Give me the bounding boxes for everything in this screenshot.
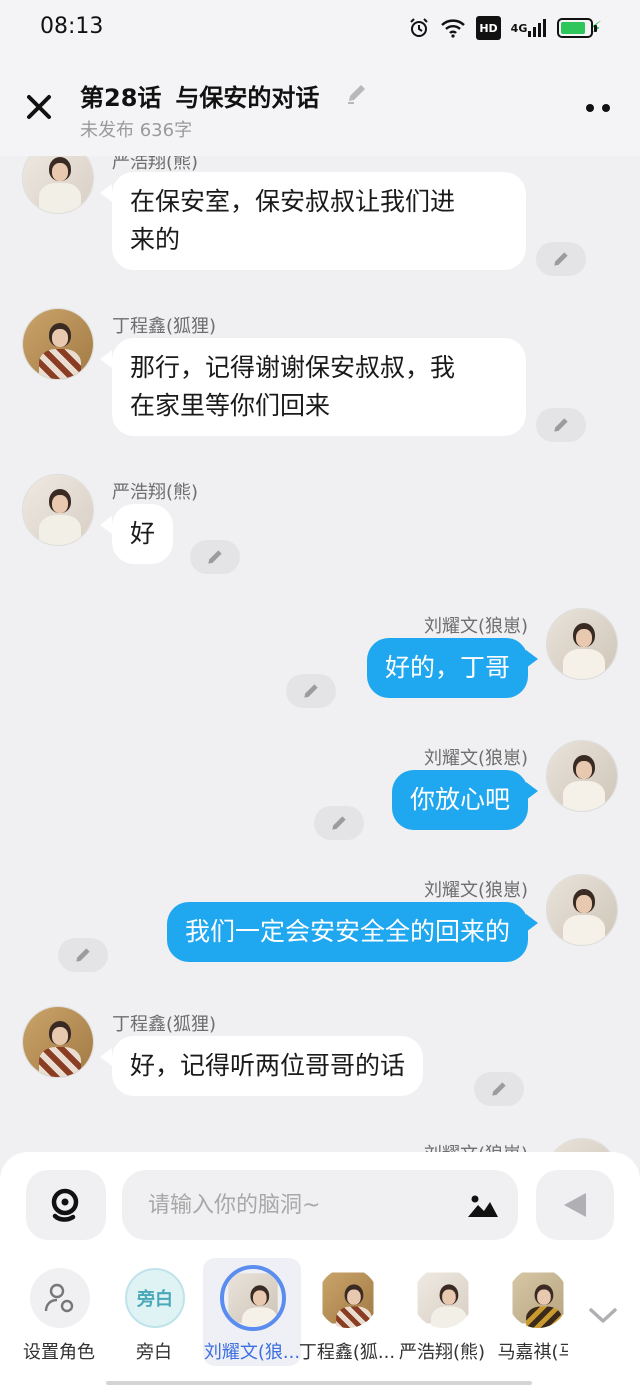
more-icon bbox=[586, 104, 594, 112]
publish-status: 未发布 636字 bbox=[80, 120, 193, 141]
close-icon bbox=[27, 95, 51, 119]
speaker-name: 丁程鑫(狐狸) bbox=[112, 1014, 217, 1035]
expand-roles-button[interactable] bbox=[588, 1306, 618, 1326]
avatar-liu-yaowen[interactable] bbox=[546, 1138, 618, 1152]
wifi-icon bbox=[440, 16, 466, 40]
status-icons: HD 4G ⚡ bbox=[408, 14, 602, 42]
pencil-icon bbox=[304, 684, 318, 698]
message-bubble[interactable]: 在保安室，保安叔叔让我们进 来的 bbox=[112, 172, 526, 270]
role-label: 旁白 bbox=[136, 1342, 172, 1363]
battery-icon: ⚡ bbox=[557, 16, 602, 40]
pencil-icon bbox=[332, 816, 346, 830]
avatar-ding-chengxin[interactable] bbox=[22, 1006, 94, 1078]
role-label: 丁程鑫(狐... bbox=[298, 1342, 396, 1363]
role-label: 设置角色 bbox=[23, 1342, 95, 1363]
role-avatar bbox=[220, 1265, 286, 1331]
role-avatar bbox=[413, 1268, 473, 1328]
speaker-name: 丁程鑫(狐狸) bbox=[112, 316, 217, 337]
network-type: 4G bbox=[510, 21, 528, 35]
chapter-number: 第28话 bbox=[80, 84, 162, 112]
scroll-indicator bbox=[106, 1381, 532, 1385]
role-label: 严浩翔(熊) bbox=[398, 1342, 486, 1363]
avatar-ding-chengxin[interactable] bbox=[22, 308, 94, 380]
role-ma-jiaqi[interactable]: 马嘉祺(马 bbox=[488, 1258, 568, 1366]
status-bar: 08:13 HD 4G ⚡ bbox=[0, 0, 640, 56]
chapter-title: 与保安的对话 bbox=[175, 84, 320, 112]
role-narrator[interactable]: 旁白 旁白 bbox=[105, 1258, 203, 1366]
person-settings-icon bbox=[44, 1283, 74, 1313]
alarm-icon bbox=[408, 16, 430, 40]
message-bubble[interactable]: 我们一定会安安全全的回来的 bbox=[166, 902, 528, 962]
message-bubble[interactable]: 好的，丁哥 bbox=[366, 638, 528, 698]
edit-message-button[interactable] bbox=[536, 408, 586, 442]
role-selector: 设置角色 旁白 旁白 刘耀文(狼... 丁程鑫(狐... 严浩翔(熊) 马嘉祺(… bbox=[0, 1258, 640, 1368]
page-title: 第28话 与保安的对话 bbox=[80, 78, 319, 113]
speaker-name: 刘耀文(狼崽) bbox=[423, 616, 528, 637]
role-liu-yaowen[interactable]: 刘耀文(狼... bbox=[203, 1258, 301, 1366]
role-set-character[interactable]: 设置角色 bbox=[10, 1258, 108, 1366]
speaker-name: 刘耀文(狼崽) bbox=[423, 880, 528, 901]
more-options-button[interactable] bbox=[582, 96, 614, 120]
voice-icon bbox=[51, 1188, 79, 1222]
avatar-liu-yaowen[interactable] bbox=[546, 608, 618, 680]
role-yan-haoxiang[interactable]: 严浩翔(熊) bbox=[393, 1258, 491, 1366]
message-input-box[interactable] bbox=[122, 1170, 518, 1240]
voice-button[interactable] bbox=[26, 1170, 106, 1240]
avatar-liu-yaowen[interactable] bbox=[546, 740, 618, 812]
edit-message-button[interactable] bbox=[286, 674, 336, 708]
pencil-icon bbox=[76, 948, 90, 962]
cellular-signal-icon: 4G bbox=[511, 16, 548, 40]
role-label: 马嘉祺(马 bbox=[497, 1342, 568, 1363]
message-bubble[interactable]: 那行，记得谢谢保安叔叔，我 在家里等你们回来 bbox=[112, 338, 526, 436]
avatar-liu-yaowen[interactable] bbox=[546, 874, 618, 946]
composer-panel: 设置角色 旁白 旁白 刘耀文(狼... 丁程鑫(狐... 严浩翔(熊) bbox=[0, 1152, 640, 1387]
insert-image-button[interactable] bbox=[466, 1188, 500, 1222]
role-ding-chengxin[interactable]: 丁程鑫(狐... bbox=[298, 1258, 396, 1366]
chevron-down-icon bbox=[589, 1308, 617, 1323]
role-avatar bbox=[508, 1268, 568, 1328]
hd-badge: HD bbox=[476, 16, 501, 40]
speaker-name: 严浩翔(熊) bbox=[112, 482, 199, 503]
message-bubble[interactable]: 你放心吧 bbox=[391, 770, 528, 830]
role-avatar bbox=[318, 1268, 378, 1328]
pencil-icon bbox=[554, 252, 568, 266]
message-bubble[interactable]: 好，记得听两位哥哥的话 bbox=[112, 1036, 424, 1096]
speaker-name: 刘耀文(狼崽) bbox=[424, 1140, 528, 1152]
speaker-name: 刘耀文(狼崽) bbox=[423, 748, 528, 769]
edit-message-button[interactable] bbox=[190, 540, 240, 574]
status-time: 08:13 bbox=[40, 14, 104, 39]
send-button[interactable] bbox=[536, 1170, 614, 1240]
avatar-yan-haoxiang[interactable] bbox=[22, 156, 94, 214]
pencil-icon bbox=[554, 418, 568, 432]
edit-message-button[interactable] bbox=[536, 242, 586, 276]
close-button[interactable] bbox=[22, 90, 56, 124]
message-input[interactable] bbox=[148, 1188, 448, 1222]
pencil-icon bbox=[208, 550, 222, 564]
avatar-yan-haoxiang[interactable] bbox=[22, 474, 94, 546]
pencil-icon bbox=[348, 85, 365, 104]
edit-message-button[interactable] bbox=[58, 938, 108, 972]
role-avatar bbox=[30, 1268, 90, 1328]
send-icon bbox=[564, 1193, 586, 1217]
edit-message-button[interactable] bbox=[314, 806, 364, 840]
chat-thread[interactable]: 严浩翔(熊) 在保安室，保安叔叔让我们进 来的 丁程鑫(狐狸) 那行，记得谢谢保… bbox=[0, 156, 640, 1152]
edit-message-button[interactable] bbox=[474, 1072, 524, 1106]
narrator-badge: 旁白 bbox=[125, 1268, 185, 1328]
header: 第28话 与保安的对话 未发布 636字 bbox=[0, 56, 640, 156]
edit-title-button[interactable] bbox=[342, 78, 372, 108]
role-label: 刘耀文(狼... bbox=[203, 1342, 301, 1363]
image-icon bbox=[468, 1195, 498, 1217]
message-bubble[interactable]: 好 bbox=[112, 504, 174, 564]
pencil-icon bbox=[492, 1082, 506, 1096]
